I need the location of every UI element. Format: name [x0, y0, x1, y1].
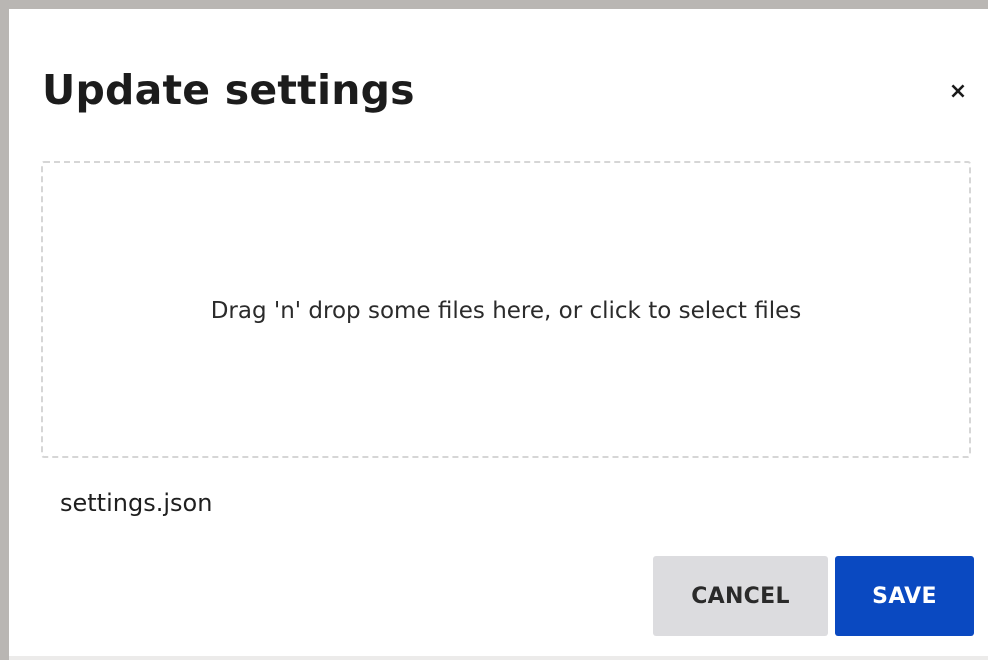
cancel-button[interactable]: CANCEL	[653, 556, 828, 636]
backdrop-edge-bottom	[9, 656, 988, 660]
dialog-title: Update settings	[42, 66, 415, 114]
update-settings-dialog: Update settings × Drag 'n' drop some fil…	[9, 9, 988, 656]
selected-file-name: settings.json	[60, 489, 213, 517]
screen: Update settings × Drag 'n' drop some fil…	[0, 0, 988, 660]
file-dropzone[interactable]: Drag 'n' drop some files here, or click …	[41, 161, 971, 458]
backdrop-edge-top	[0, 0, 988, 9]
dropzone-prompt: Drag 'n' drop some files here, or click …	[210, 297, 802, 324]
close-icon: ×	[948, 79, 968, 104]
close-button[interactable]: ×	[945, 79, 971, 105]
backdrop-edge-left	[0, 0, 9, 660]
save-button[interactable]: SAVE	[835, 556, 974, 636]
